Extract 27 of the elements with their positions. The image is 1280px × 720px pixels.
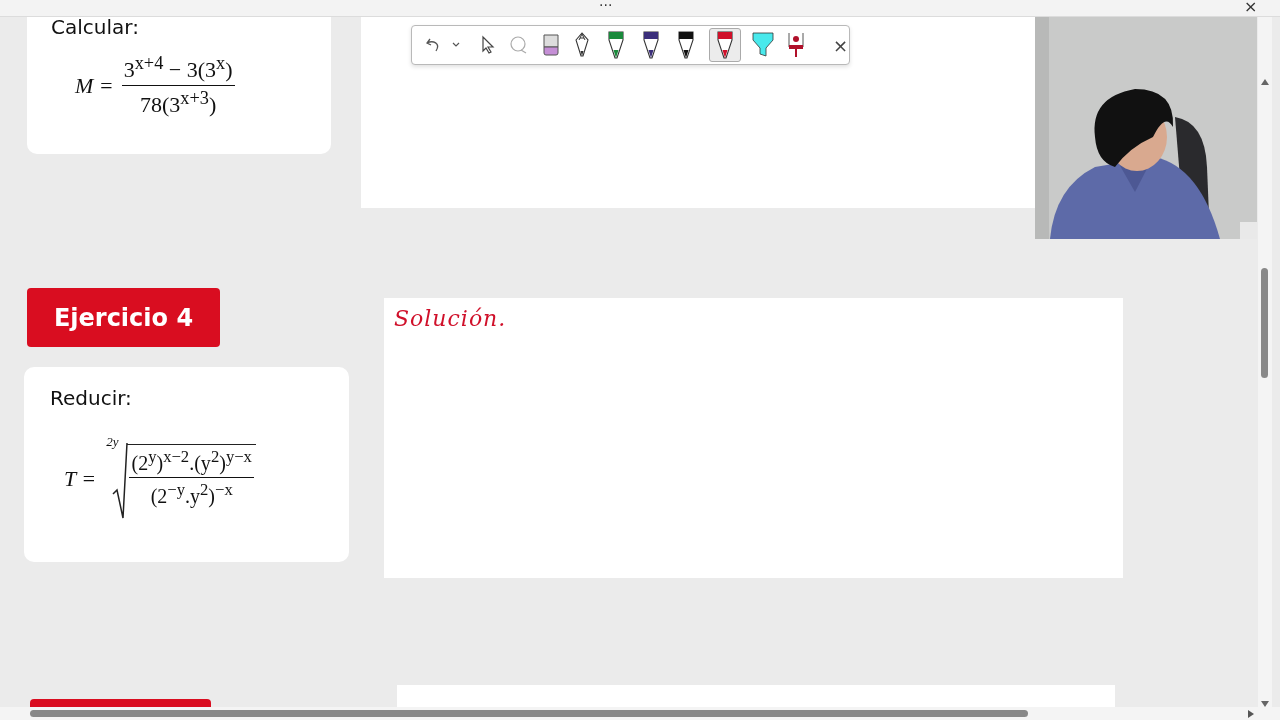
- eraser-icon[interactable]: [542, 33, 560, 57]
- scroll-right-icon[interactable]: [1248, 710, 1254, 718]
- caret-icon[interactable]: [452, 42, 460, 48]
- formula-lhs: M =: [75, 72, 114, 99]
- exercise-badge: Ejercicio 4: [27, 288, 220, 347]
- formula-lhs: T =: [64, 466, 97, 492]
- vertical-scrollbar[interactable]: [1258, 17, 1272, 707]
- scroll-thumb[interactable]: [1261, 268, 1268, 378]
- pen-button[interactable]: [709, 28, 741, 62]
- stamp-icon[interactable]: [787, 32, 805, 58]
- root-index: 2y: [106, 434, 119, 450]
- highlighter-icon[interactable]: [752, 32, 774, 58]
- pencil-icon[interactable]: [573, 32, 591, 58]
- pointer-icon[interactable]: [480, 35, 496, 55]
- formula-denominator: 78(3$^{x+3}$): [139, 87, 217, 119]
- close-button[interactable]: ×: [833, 34, 849, 56]
- formula-numerator: (2$^{y}$)$^{x−2}$.(y$^{2}$)$^{y−x}$: [129, 447, 254, 478]
- more-button[interactable]: ···: [599, 0, 613, 15]
- exercise-label: Reducir:: [50, 386, 132, 410]
- formula-numerator: 3$^{x+4}$ − 3(3$^{x}$): [121, 53, 235, 87]
- scroll-thumb[interactable]: [30, 710, 1028, 717]
- handwritten-note: Solución.: [394, 306, 507, 331]
- formula-denominator: (2$^{−y}$.y$^{2}$)$^{−x}$: [150, 479, 233, 508]
- scroll-up-icon[interactable]: [1261, 79, 1269, 85]
- horizontal-scrollbar[interactable]: [0, 707, 1280, 720]
- close-button[interactable]: ×: [1244, 0, 1258, 17]
- exercise-label: Calcular:: [51, 15, 139, 39]
